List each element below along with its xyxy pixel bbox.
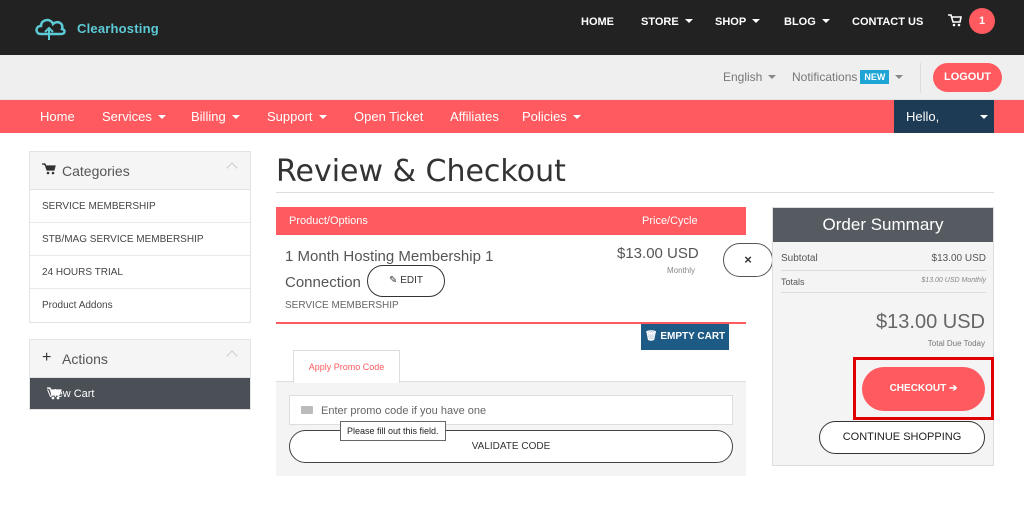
topnav-contact[interactable]: CONTACT US bbox=[852, 16, 923, 28]
new-badge: NEW bbox=[860, 70, 890, 84]
ticket-icon bbox=[301, 406, 313, 414]
totals-label: Totals bbox=[781, 277, 805, 287]
checkout-label: CHECKOUT bbox=[889, 383, 947, 394]
continue-shopping-button[interactable]: CONTINUE SHOPPING bbox=[819, 421, 985, 454]
chevron-down-icon bbox=[684, 19, 693, 23]
notifications-menu[interactable]: Notifications NEW bbox=[792, 70, 904, 84]
account-menu[interactable]: Hello, bbox=[894, 100, 994, 133]
remove-item-button[interactable]: × bbox=[723, 243, 773, 277]
divider bbox=[781, 292, 986, 293]
total-amount: $13.00 USD bbox=[876, 311, 985, 333]
nav-services-label: Services bbox=[102, 109, 152, 124]
nav-policies[interactable]: Policies bbox=[522, 109, 581, 124]
chevron-down-icon bbox=[157, 115, 166, 119]
nav-affiliates[interactable]: Affiliates bbox=[450, 109, 499, 124]
nav-billing[interactable]: Billing bbox=[191, 109, 240, 124]
pencil-icon: ✎ bbox=[389, 275, 398, 286]
chevron-down-icon bbox=[980, 115, 988, 119]
cart-icon bbox=[47, 387, 236, 403]
chevron-down-icon bbox=[231, 115, 240, 119]
arrow-right-icon: ➔ bbox=[949, 383, 958, 394]
sidebar-item-service-membership[interactable]: SERVICE MEMBERSHIP bbox=[30, 190, 250, 223]
notifications-label: Notifications bbox=[792, 70, 858, 84]
categories-panel: Categories SERVICE MEMBERSHIP STB/MAG SE… bbox=[29, 151, 251, 323]
topnav-shop[interactable]: SHOP bbox=[715, 16, 761, 28]
empty-cart-button[interactable]: 🗑 EMPTY CART bbox=[641, 324, 729, 350]
nav-policies-label: Policies bbox=[522, 109, 567, 124]
billing-cycle: Monthly bbox=[667, 266, 696, 275]
cart-count-badge[interactable]: 1 bbox=[969, 8, 995, 34]
order-summary-title: Order Summary bbox=[773, 208, 993, 242]
promo-placeholder: Enter promo code if you have one bbox=[321, 405, 487, 417]
topnav-store-label: STORE bbox=[641, 16, 679, 28]
view-cart-link[interactable]: View Cart bbox=[30, 378, 250, 409]
column-header-price: Price/Cycle bbox=[642, 215, 698, 227]
checkout-button[interactable]: CHECKOUT ➔ bbox=[862, 367, 985, 411]
cart-icon bbox=[42, 163, 56, 178]
nav-support[interactable]: Support bbox=[267, 109, 327, 124]
edit-button[interactable]: ✎ EDIT bbox=[367, 265, 445, 297]
chevron-down-icon bbox=[572, 115, 581, 119]
validation-tooltip: Please fill out this field. bbox=[340, 421, 446, 441]
chevron-down-icon bbox=[768, 75, 777, 79]
trash-icon: 🗑 bbox=[644, 331, 658, 342]
main-nav: Home Services Billing Support Open Ticke… bbox=[0, 100, 1024, 133]
language-selector[interactable]: English bbox=[723, 70, 777, 84]
plus-icon: + bbox=[42, 349, 52, 366]
cart-table-header: Product/Options Price/Cycle bbox=[276, 207, 746, 235]
topnav-blog[interactable]: BLOG bbox=[784, 16, 830, 28]
column-header-product: Product/Options bbox=[289, 215, 368, 227]
actions-panel: + Actions View Cart bbox=[29, 339, 251, 410]
chevron-down-icon bbox=[895, 75, 904, 79]
topnav-shop-label: SHOP bbox=[715, 16, 747, 28]
divider bbox=[920, 63, 921, 93]
edit-label: EDIT bbox=[400, 275, 423, 286]
brand-name: Clearhosting bbox=[77, 20, 159, 36]
totals-row: Totals $13.00 USD Monthly bbox=[781, 277, 986, 287]
subtotal-value: $13.00 USD bbox=[931, 253, 986, 264]
top-header: Clearhosting HOME STORE SHOP BLOG CONTAC… bbox=[0, 0, 1024, 55]
page-title: Review & Checkout bbox=[276, 154, 566, 189]
product-group: SERVICE MEMBERSHIP bbox=[285, 300, 399, 311]
topnav-blog-label: BLOG bbox=[784, 16, 816, 28]
actions-header[interactable]: + Actions bbox=[30, 340, 250, 378]
brand-logo[interactable]: Clearhosting bbox=[33, 14, 159, 42]
cart-icon[interactable] bbox=[948, 14, 962, 30]
categories-header[interactable]: Categories bbox=[30, 152, 250, 190]
divider bbox=[781, 270, 986, 271]
language-label: English bbox=[723, 70, 763, 84]
chevron-down-icon bbox=[752, 19, 761, 23]
nav-services[interactable]: Services bbox=[102, 109, 166, 124]
nav-support-label: Support bbox=[267, 109, 313, 124]
chevron-up-icon[interactable] bbox=[226, 162, 238, 174]
actions-title: Actions bbox=[62, 351, 108, 367]
cloud-logo-icon bbox=[33, 14, 67, 42]
totals-value: $13.00 USD Monthly bbox=[921, 277, 986, 284]
tab-apply-promo[interactable]: Apply Promo Code bbox=[293, 350, 400, 383]
sidebar-item-addons[interactable]: Product Addons bbox=[30, 289, 250, 322]
chevron-down-icon bbox=[318, 115, 327, 119]
subtotal-label: Subtotal bbox=[781, 253, 818, 264]
product-price: $13.00 USD bbox=[617, 245, 699, 262]
total-due-label: Total Due Today bbox=[927, 339, 985, 348]
sidebar-item-stb-mag[interactable]: STB/MAG SERVICE MEMBERSHIP bbox=[30, 223, 250, 256]
logout-button[interactable]: LOGOUT bbox=[933, 63, 1002, 92]
categories-title: Categories bbox=[62, 163, 130, 179]
subtotal-row: Subtotal $13.00 USD bbox=[781, 253, 986, 264]
utility-bar: English Notifications NEW bbox=[0, 55, 1024, 100]
close-icon: × bbox=[744, 252, 752, 267]
nav-open-ticket[interactable]: Open Ticket bbox=[354, 109, 423, 124]
chevron-up-icon[interactable] bbox=[226, 350, 238, 362]
divider bbox=[276, 192, 994, 193]
topnav-home[interactable]: HOME bbox=[581, 16, 614, 28]
sidebar-item-trial[interactable]: 24 HOURS TRIAL bbox=[30, 256, 250, 289]
nav-home[interactable]: Home bbox=[40, 109, 75, 124]
nav-billing-label: Billing bbox=[191, 109, 226, 124]
topnav-store[interactable]: STORE bbox=[641, 16, 693, 28]
empty-cart-label: EMPTY CART bbox=[660, 331, 726, 342]
hello-label: Hello, bbox=[906, 109, 940, 124]
chevron-down-icon bbox=[821, 19, 830, 23]
